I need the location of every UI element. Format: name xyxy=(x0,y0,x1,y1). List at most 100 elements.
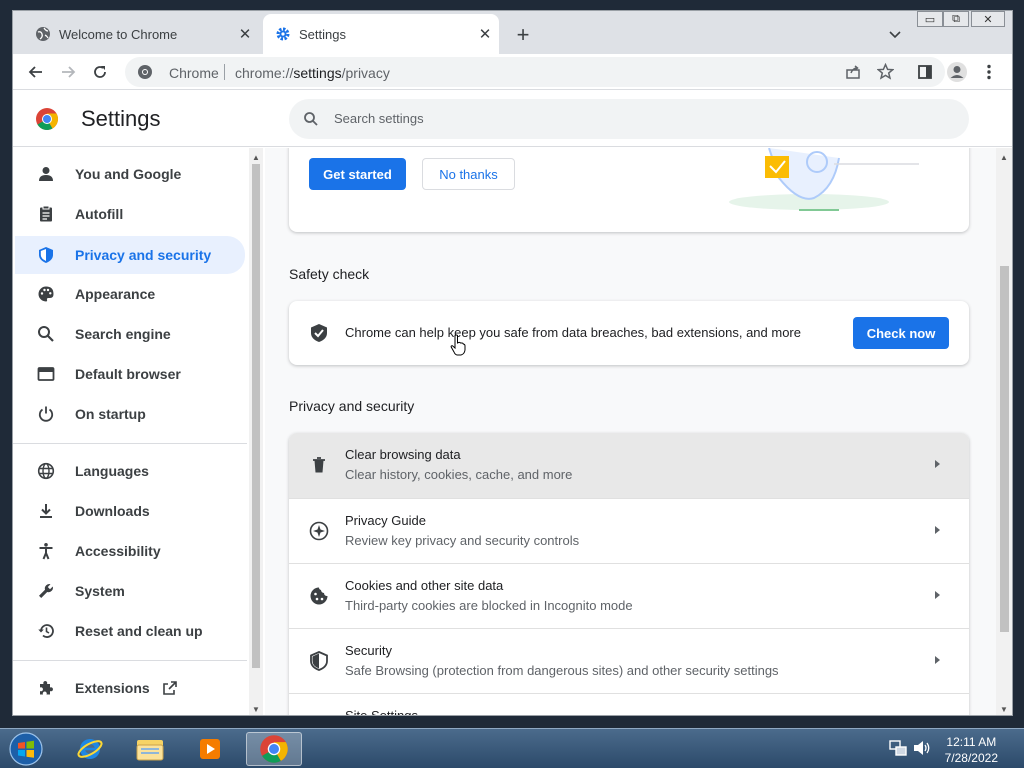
clock-time: 12:11 AM xyxy=(946,735,997,749)
page-title: Settings xyxy=(81,106,161,131)
row-title: Cookies and other site data xyxy=(345,578,504,593)
sidebar-item-appearance[interactable]: Appearance xyxy=(15,276,245,312)
row-title: Privacy Guide xyxy=(345,513,426,528)
address-bar[interactable]: Chrome chrome://settings/privacy xyxy=(125,57,945,87)
row-subtitle: Third-party cookies are blocked in Incog… xyxy=(345,598,633,613)
volume-icon[interactable] xyxy=(912,739,932,762)
download-icon xyxy=(40,504,52,518)
star-icon[interactable] xyxy=(876,62,895,85)
windows-logo-icon xyxy=(9,732,43,766)
system-clock[interactable]: 12:11 AM 7/28/2022 xyxy=(945,734,998,766)
scroll-down-icon[interactable]: ▼ xyxy=(252,705,260,714)
security-row[interactable]: Security Safe Browsing (protection from … xyxy=(289,628,969,693)
row-title: Clear browsing data xyxy=(345,447,461,462)
clear-browsing-data-row[interactable]: Clear browsing data Clear history, cooki… xyxy=(289,433,969,498)
tab-settings[interactable]: Settings ✕ xyxy=(263,14,499,54)
sidebar-item-autofill[interactable]: Autofill xyxy=(15,196,245,232)
sidebar-item-languages[interactable]: Languages xyxy=(15,453,245,489)
row-subtitle: Review key privacy and security controls xyxy=(345,533,580,548)
sidebar-item-privacy-and-security[interactable]: Privacy and security xyxy=(15,236,245,274)
taskbar-ie-button[interactable] xyxy=(62,732,118,766)
sidebar-item-on-startup[interactable]: On startup xyxy=(15,396,245,432)
close-icon[interactable]: ✕ xyxy=(235,24,255,44)
main-scrollbar[interactable]: ▲ ▼ xyxy=(996,148,1012,715)
tab-welcome[interactable]: Welcome to Chrome ✕ xyxy=(13,14,261,54)
back-button[interactable] xyxy=(24,60,48,84)
close-icon[interactable]: ✕ xyxy=(475,24,495,44)
site-settings-row[interactable]: Site Settings xyxy=(289,693,969,716)
sidebar-item-default-browser[interactable]: Default browser xyxy=(15,356,245,392)
sidebar-item-search-engine[interactable]: Search engine xyxy=(15,316,245,352)
maximize-button[interactable]: ⧉ xyxy=(943,11,969,27)
chevron-down-icon xyxy=(889,31,901,39)
sidebar-item-accessibility[interactable]: Accessibility xyxy=(15,533,245,569)
folder-icon xyxy=(136,740,164,761)
profile-button[interactable] xyxy=(945,60,969,84)
safety-check-card: Chrome can help keep you safe from data … xyxy=(289,301,969,365)
sidebar-item-reset-and-clean-up[interactable]: Reset and clean up xyxy=(15,613,245,649)
privacy-guide-row[interactable]: Privacy Guide Review key privacy and sec… xyxy=(289,498,969,563)
sidebar-item-label: Privacy and security xyxy=(75,247,212,263)
scroll-up-icon[interactable]: ▲ xyxy=(1000,153,1008,162)
sidebar-item-label: Autofill xyxy=(75,206,124,222)
shield-icon xyxy=(39,247,53,263)
palette-icon xyxy=(38,286,54,302)
start-button[interactable] xyxy=(6,730,46,768)
privacy-section-heading: Privacy and security xyxy=(289,398,415,414)
cookies-row[interactable]: Cookies and other site data Third-party … xyxy=(289,563,969,628)
scroll-down-icon[interactable]: ▼ xyxy=(1000,705,1008,714)
person-icon xyxy=(39,167,53,181)
chrome-logo-icon xyxy=(137,64,153,85)
reload-button[interactable] xyxy=(88,60,112,84)
sidebar-item-label: Default browser xyxy=(75,366,181,382)
kebab-menu-icon xyxy=(987,64,991,80)
globe-icon xyxy=(35,26,51,42)
get-started-button[interactable]: Get started xyxy=(309,158,406,190)
taskbar-chrome-button[interactable] xyxy=(246,732,302,766)
globe-icon xyxy=(37,462,55,480)
search-settings-input[interactable]: Search settings xyxy=(289,99,969,139)
trash-icon xyxy=(309,455,329,475)
sidebar-scrollbar-thumb[interactable] xyxy=(252,164,260,668)
divider xyxy=(13,660,247,661)
menu-button[interactable] xyxy=(977,60,1001,84)
search-placeholder: Search settings xyxy=(334,111,424,126)
check-now-button[interactable]: Check now xyxy=(853,317,949,349)
no-thanks-button[interactable]: No thanks xyxy=(422,158,515,190)
shield-check-icon xyxy=(309,323,329,348)
sidebar-item-system[interactable]: System xyxy=(15,573,245,609)
main-scrollbar-thumb[interactable] xyxy=(1000,266,1009,632)
url-path: /privacy xyxy=(341,65,390,81)
search-icon xyxy=(38,326,54,342)
tab-label: Settings xyxy=(299,26,346,42)
sidebar-item-label: Search engine xyxy=(75,326,171,342)
clipboard-icon xyxy=(40,205,52,222)
minimize-button[interactable]: ▭ xyxy=(917,11,943,27)
privacy-card: Clear browsing data Clear history, cooki… xyxy=(289,433,969,716)
tab-label: Welcome to Chrome xyxy=(59,26,178,42)
taskbar-media-player-button[interactable] xyxy=(182,732,238,766)
row-title: Site Settings xyxy=(345,708,418,716)
scroll-up-icon[interactable]: ▲ xyxy=(252,153,260,162)
forward-button[interactable] xyxy=(56,60,80,84)
search-icon xyxy=(303,111,319,132)
network-icon[interactable] xyxy=(888,739,908,762)
taskbar-explorer-button[interactable] xyxy=(122,732,178,766)
sidebar-item-label: Accessibility xyxy=(75,543,161,559)
sidebar-item-label: On startup xyxy=(75,406,146,422)
cookie-icon xyxy=(309,586,329,606)
sidebar-item-you-and-google[interactable]: You and Google xyxy=(15,156,245,192)
sidebar-item-downloads[interactable]: Downloads xyxy=(15,493,245,529)
sidebar-item-label: You and Google xyxy=(75,166,182,182)
chevron-right-icon xyxy=(935,656,940,664)
sidebar-item-label: Languages xyxy=(75,463,149,479)
main-content: Get started No thanks Safety check Chrom… xyxy=(265,148,996,716)
promo-card: Get started No thanks xyxy=(289,148,969,232)
sidebar-item-extensions[interactable]: Extensions xyxy=(15,670,245,706)
side-panel-button[interactable] xyxy=(913,60,937,84)
close-window-button[interactable]: ✕ xyxy=(971,11,1005,27)
url-host: settings xyxy=(293,65,342,81)
tab-search-button[interactable] xyxy=(885,25,905,45)
new-tab-button[interactable]: + xyxy=(511,24,535,48)
share-icon[interactable] xyxy=(845,64,861,85)
